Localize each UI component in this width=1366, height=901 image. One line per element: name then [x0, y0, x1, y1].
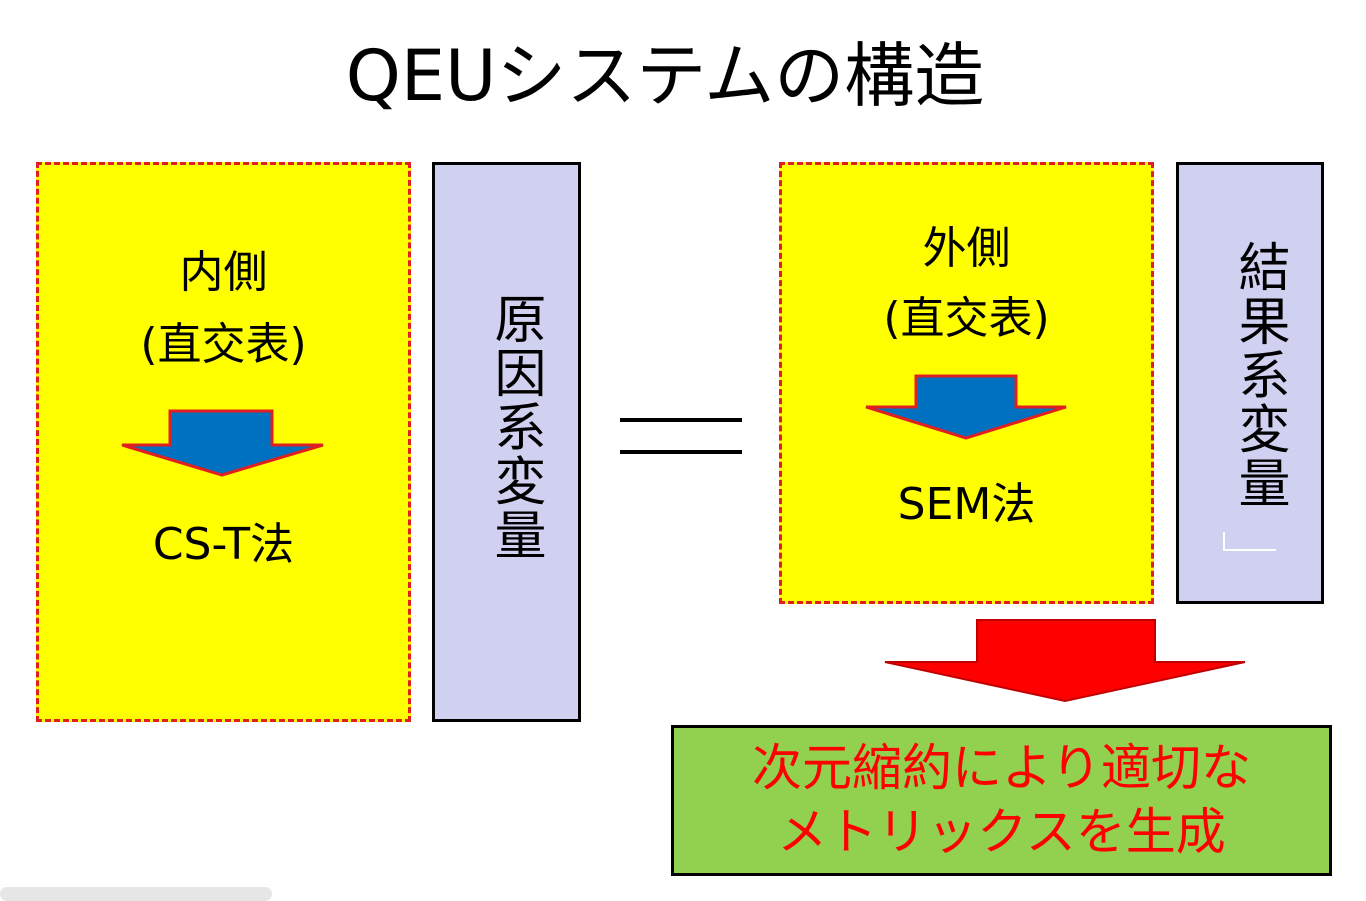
- conclusion-box: 次元縮約により適切な メトリックスを生成: [671, 725, 1332, 876]
- conclusion-line1: 次元縮約により適切な: [752, 739, 1251, 797]
- inner-method: CS-T法: [152, 519, 295, 570]
- inner-sub: (直交表): [140, 319, 307, 370]
- cause-variable-label: 原因系変量: [485, 292, 545, 562]
- conclusion-line2: メトリックスを生成: [777, 803, 1226, 861]
- down-arrow-icon: [865, 374, 1067, 440]
- bracket-mark: [1223, 532, 1276, 551]
- big-down-arrow-icon: [884, 619, 1246, 703]
- outer-method: SEM法: [897, 479, 1036, 530]
- horizontal-scrollbar[interactable]: [0, 887, 272, 901]
- inner-label: 内側: [179, 247, 268, 298]
- outer-label: 外側: [922, 223, 1011, 274]
- result-variable-label: 結果系変量: [1229, 240, 1289, 510]
- down-arrow-icon: [121, 409, 324, 477]
- equals-line-bottom: [620, 450, 742, 454]
- equals-line-top: [620, 418, 742, 422]
- outer-sub: (直交表): [883, 293, 1050, 344]
- slide-title: QEUシステムの構造: [345, 35, 985, 117]
